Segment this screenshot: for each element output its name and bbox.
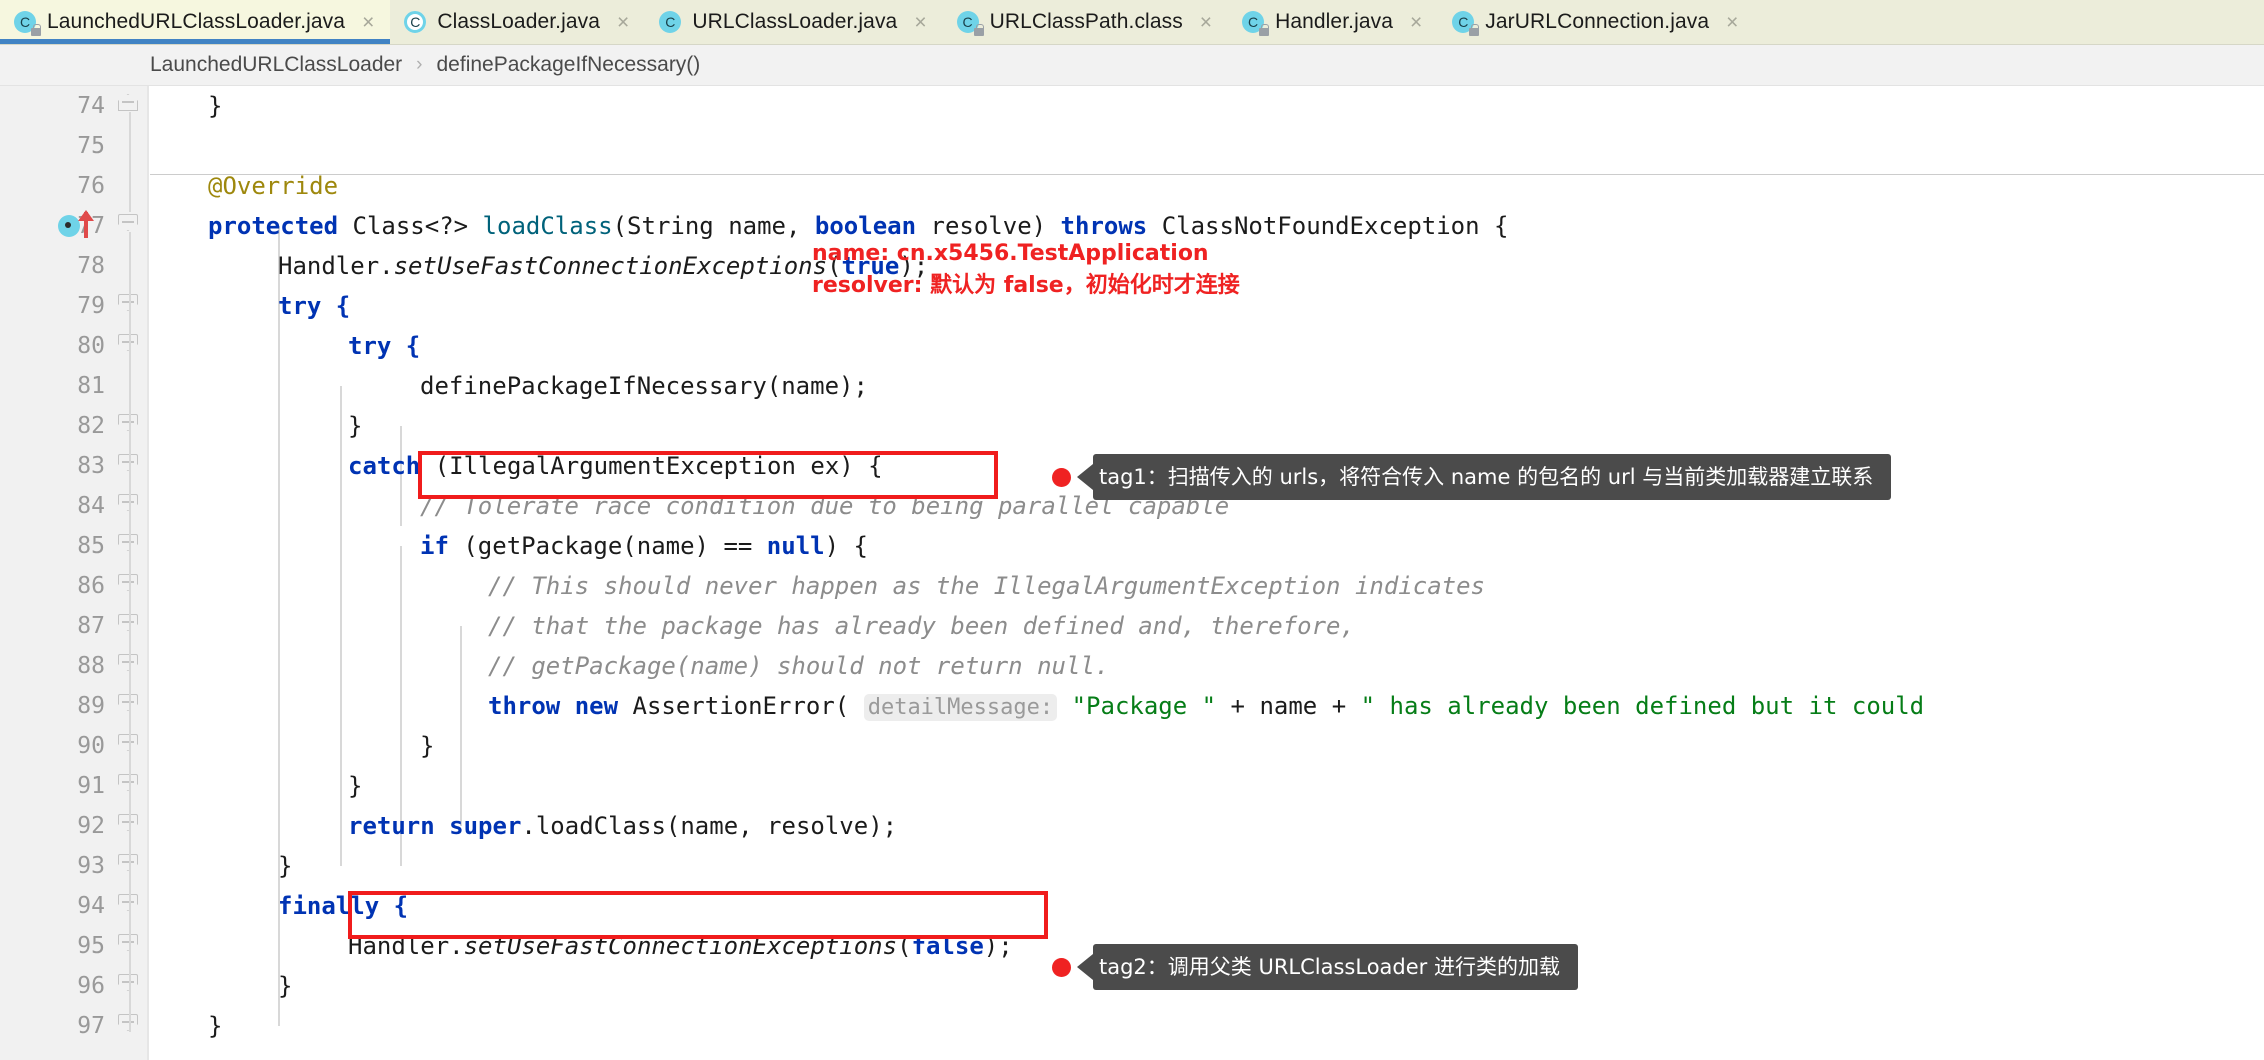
tab-class-loader[interactable]: C ClassLoader.java × [390, 0, 645, 44]
close-icon[interactable]: × [1200, 12, 1212, 33]
code-line-80[interactable]: try { [348, 326, 420, 366]
close-icon[interactable]: × [617, 12, 629, 33]
close-icon[interactable]: × [1410, 12, 1422, 33]
callout-text: tag2：调用父类 URLClassLoader 进行类的加载 [1093, 944, 1578, 990]
tab-url-class-loader[interactable]: C URLClassLoader.java × [645, 0, 942, 44]
parameter-hint: detailMessage: [863, 694, 1058, 721]
code-line-93[interactable]: } [278, 846, 292, 886]
breadcrumb: LaunchedURLClassLoader › definePackageIf… [0, 45, 2264, 86]
java-class-icon: C [1242, 10, 1270, 36]
java-class-icon: C [404, 10, 428, 34]
code-line-87[interactable]: // that the package has already been def… [488, 606, 1355, 646]
code-line-95[interactable]: Handler.setUseFastConnectionExceptions(f… [348, 926, 1013, 966]
callout-tag1: tag1：扫描传入的 urls，将符合传入 name 的包名的 url 与当前类… [1052, 454, 1892, 500]
chevron-right-icon: › [416, 54, 423, 75]
code-editor[interactable]: 74 75 76 77 78 79 80 81 82 83 84 85 86 8… [0, 86, 2264, 1060]
code-line-85[interactable]: if (getPackage(name) == null) { [420, 526, 868, 566]
tab-handler[interactable]: C Handler.java × [1228, 0, 1438, 44]
code-line-79[interactable]: try { [278, 286, 350, 326]
callout-arrow-icon [1077, 464, 1093, 490]
code-line-97[interactable]: } [208, 1006, 222, 1046]
close-icon[interactable]: × [1726, 12, 1738, 33]
code-line-83[interactable]: catch (IllegalArgumentException ex) { [348, 446, 883, 486]
callout-dot-icon [1052, 467, 1071, 487]
code-line-82[interactable]: } [348, 406, 362, 446]
java-class-icon: C [956, 10, 984, 36]
code-line-92[interactable]: return super.loadClass(name, resolve); [348, 806, 897, 846]
tab-label: URLClassLoader.java [692, 10, 898, 33]
code-line-89[interactable]: throw new AssertionError( detailMessage:… [488, 686, 1924, 728]
java-class-icon: C [1452, 10, 1480, 36]
red-note-resolver: resolver: 默认为 false，初始化时才连接 [812, 273, 1240, 298]
code-line-81[interactable]: definePackageIfNecessary(name); [420, 366, 868, 406]
tab-jar-url-connection[interactable]: C JarURLConnection.java × [1438, 0, 1754, 44]
callout-dot-icon [1052, 957, 1071, 977]
code-line-74[interactable]: } [208, 86, 222, 126]
java-class-icon: C [14, 10, 41, 36]
code-line-76[interactable]: @Override [208, 166, 338, 206]
code-line-86[interactable]: // This should never happen as the Illeg… [488, 566, 1485, 606]
java-class-icon: C [659, 10, 683, 34]
callout-text: tag1：扫描传入的 urls，将符合传入 name 的包名的 url 与当前类… [1093, 454, 1892, 500]
breadcrumb-method[interactable]: definePackageIfNecessary() [437, 53, 701, 77]
tab-label: JarURLConnection.java [1485, 10, 1710, 33]
editor-tab-bar: C LaunchedURLClassLoader.java × C ClassL… [0, 0, 2264, 45]
red-note-name: name: cn.x5456.TestApplication [812, 241, 1209, 266]
callout-tag2: tag2：调用父类 URLClassLoader 进行类的加载 [1052, 944, 1578, 990]
close-icon[interactable]: × [362, 12, 374, 33]
close-icon[interactable]: × [914, 12, 926, 33]
breadcrumb-class[interactable]: LaunchedURLClassLoader [150, 53, 402, 77]
tab-url-class-path[interactable]: C URLClassPath.class × [943, 0, 1228, 44]
code-line-91[interactable]: } [348, 766, 362, 806]
tab-label: Handler.java [1275, 10, 1394, 33]
code-line-90[interactable]: } [420, 726, 434, 766]
tab-label: LaunchedURLClassLoader.java [47, 10, 346, 33]
code-line-94[interactable]: finally { [278, 886, 408, 926]
callout-arrow-icon [1077, 954, 1093, 980]
tab-label: ClassLoader.java [437, 10, 601, 33]
tab-launched-url-class-loader[interactable]: C LaunchedURLClassLoader.java × [0, 0, 391, 44]
code-line-96[interactable]: } [278, 966, 292, 1006]
code-line-88[interactable]: // getPackage(name) should not return nu… [488, 646, 1109, 686]
tab-label: URLClassPath.class [989, 10, 1183, 33]
code-content[interactable]: } @Override protected Class<?> loadClass… [0, 86, 2264, 1060]
